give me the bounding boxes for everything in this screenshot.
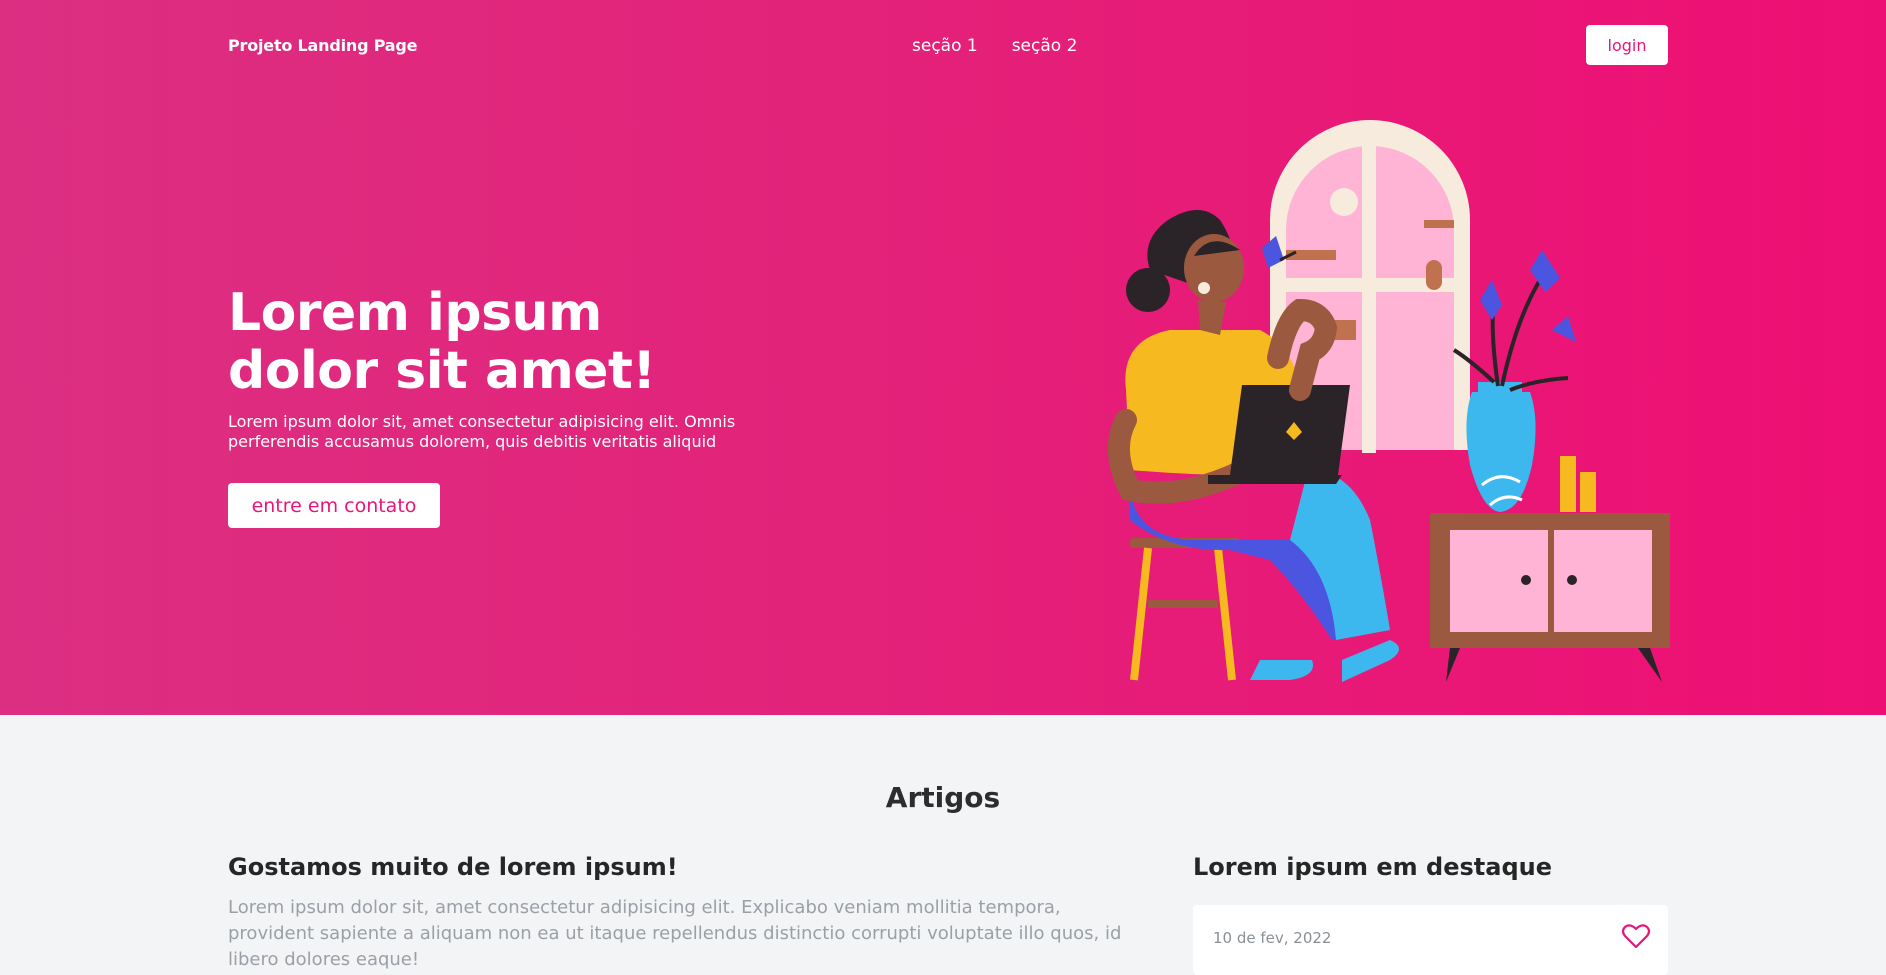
top-navbar: Projeto Landing Page seção 1 seção 2 log…: [0, 0, 1886, 90]
nav-links: seção 1 seção 2: [912, 36, 1077, 56]
heart-icon[interactable]: [1621, 921, 1651, 951]
post-text: Lorem ipsum dolor sit, amet consectetur …: [228, 897, 1122, 970]
post-title[interactable]: Gostamos muito de lorem ipsum!: [228, 853, 678, 881]
articles-section: Artigos Gostamos muito de lorem ipsum! L…: [0, 715, 1886, 975]
nav-link-secao-1[interactable]: seção 1: [912, 36, 978, 56]
hero-section: Projeto Landing Page seção 1 seção 2 log…: [0, 0, 1886, 715]
articles-title: Artigos: [885, 781, 1001, 814]
woman-with-laptop-illustration: [1107, 120, 1670, 682]
brand-name[interactable]: Projeto Landing Page: [228, 36, 417, 55]
hero-description: Lorem ipsum dolor sit, amet consectetur …: [228, 412, 736, 451]
featured-card[interactable]: 10 de fev, 2022: [1193, 905, 1668, 975]
contact-button[interactable]: entre em contato: [228, 483, 440, 528]
hero-title: Lorem ipsum dolor sit amet!: [228, 283, 656, 401]
nav-link-secao-2[interactable]: seção 2: [1012, 36, 1078, 56]
login-button[interactable]: login: [1586, 25, 1668, 65]
card-date: 10 de fev, 2022: [1213, 929, 1332, 947]
featured-title: Lorem ipsum em destaque: [1193, 853, 1552, 881]
